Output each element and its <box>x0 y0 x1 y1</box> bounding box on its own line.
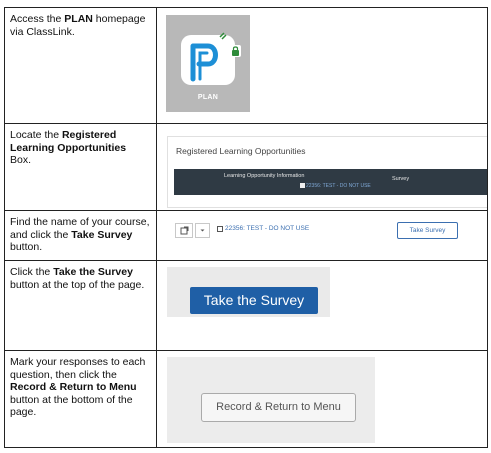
step-row-3: Find the name of your course, and click … <box>5 211 487 261</box>
external-link-icon <box>180 226 189 235</box>
plan-tile-label: PLAN <box>197 94 219 101</box>
step-row-2: Locate the Registered Learning Opportuni… <box>5 124 487 211</box>
take-survey-button[interactable]: Take Survey <box>397 222 458 239</box>
col-learning-opportunity: Learning Opportunity Information <box>224 173 305 179</box>
dropdown-button[interactable] <box>195 223 210 238</box>
registered-learning-box: Registered Learning Opportunities Learni… <box>167 136 487 208</box>
registered-learning-header-bar: Learning Opportunity Information Survey … <box>174 169 487 195</box>
step-row-1: Access the PLAN homepage via ClassLink. … <box>5 8 487 124</box>
step-1-text: Access the PLAN homepage via ClassLink. <box>10 13 146 38</box>
step-row-4: Click the Take the Survey button at the … <box>5 261 487 351</box>
expand-box-icon[interactable] <box>300 183 305 188</box>
step-2-image: Registered Learning Opportunities Learni… <box>157 124 487 210</box>
course-link[interactable]: 22356: TEST - DO NOT USE <box>306 183 371 189</box>
course-name[interactable]: 22356: TEST - DO NOT USE <box>225 225 309 232</box>
step-4-image: Take the Survey <box>157 261 487 350</box>
step-3-image: 22356: TEST - DO NOT USE Take Survey <box>157 211 487 260</box>
step-row-5: Mark your responses to each question, th… <box>5 351 487 449</box>
step-4-text: Click the Take the Survey button at the … <box>10 266 145 291</box>
step-5-text: Mark your responses to each question, th… <box>10 356 146 418</box>
record-return-button[interactable]: Record & Return to Menu <box>201 393 356 422</box>
take-survey-panel: Take the Survey <box>167 267 330 317</box>
plan-app-tile[interactable]: PLAN <box>166 15 250 112</box>
step-3-text: Find the name of your course, and click … <box>10 216 150 253</box>
open-button[interactable] <box>175 223 193 238</box>
registered-learning-title: Registered Learning Opportunities <box>176 146 306 156</box>
step-2-text: Locate the Registered Learning Opportuni… <box>10 129 127 166</box>
instructions-table: Access the PLAN homepage via ClassLink. … <box>4 7 488 448</box>
col-survey: Survey <box>392 176 410 182</box>
expand-course-icon[interactable] <box>217 226 223 232</box>
take-the-survey-button[interactable]: Take the Survey <box>190 287 318 314</box>
record-return-panel: Record & Return to Menu <box>167 357 375 443</box>
step-5-image: Record & Return to Menu <box>157 351 487 449</box>
chevron-down-icon <box>200 229 205 232</box>
step-1-image: PLAN <box>157 8 487 123</box>
